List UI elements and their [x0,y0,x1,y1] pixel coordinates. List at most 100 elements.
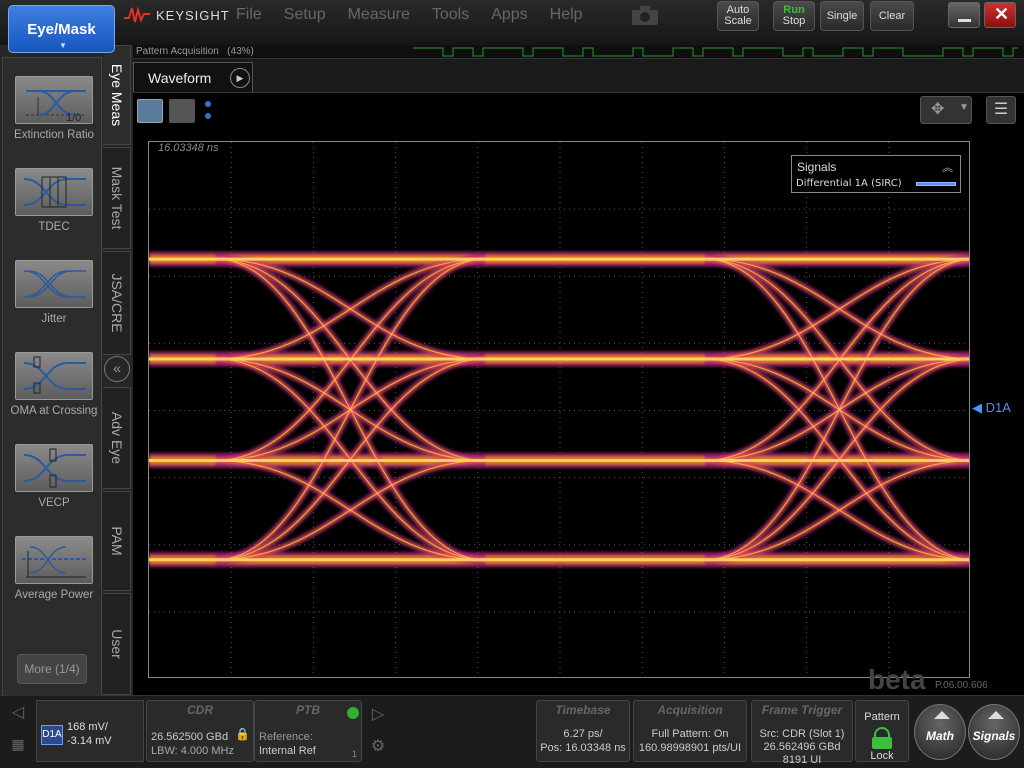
signals-legend-title: Signals [797,160,837,174]
clear-button[interactable]: Clear [870,1,914,31]
measure-tools-list: 1/0 Extinction Ratio TDEC Jitter OMA at … [2,57,102,739]
collapse-up-icon[interactable]: ︽ [942,159,953,175]
channel-scale: 168 mV/ [67,721,108,733]
frame-trigger-box[interactable]: Frame Trigger Src: CDR (Slot 1) 26.56249… [751,700,853,766]
tab-adv-eye[interactable]: Adv Eye [103,387,131,489]
timebase-title: Timebase [555,703,611,717]
ptb-status-dot [347,707,359,719]
timebase-box[interactable]: Timebase 6.27 ps/ Pos: 16.03348 ns [536,700,630,762]
bottom-status-bar: ◁ ▦ D1A 168 mV/ -3.14 mV CDR 26.562500 G… [0,695,1024,768]
signals-legend[interactable]: Signals ︽ Differential 1A (SIRC) [791,155,961,193]
move-icon: ✥ [931,101,945,118]
pattern-acquisition-percent: (43%) [227,46,254,57]
jitter-tool[interactable]: Jitter [3,260,105,326]
frame-trigger-rate: 26.562496 GBd [763,741,841,753]
ptb-ref-label: Reference: [259,731,313,743]
tdec-label: TDEC [38,221,70,233]
cdr-title: CDR [187,703,213,717]
menu-setup[interactable]: Setup [284,6,326,24]
extinction-ratio-icon: 1/0 [15,76,93,124]
cdr-box[interactable]: CDR 26.562500 GBd LBW: 4.000 MHz 🔒 [146,700,254,762]
signals-label: Signals [972,729,1016,743]
tab-mask-test[interactable]: Mask Test [103,147,131,249]
keysight-wave-icon [124,6,150,23]
gear-icon[interactable]: ⚙ [366,736,390,760]
chevron-down-icon: ▼ [959,102,969,113]
tdec-icon [15,168,93,216]
grid-dot-icon [205,113,211,119]
tab-pam[interactable]: PAM [103,491,131,591]
vecp-tool[interactable]: VECP [3,444,105,510]
run-stop-button[interactable]: Run Stop [773,1,815,31]
tab-jsa-cre[interactable]: JSA/CRE [103,251,131,355]
math-button[interactable]: Math [914,704,966,760]
timebase-scale: 6.27 ps/ [563,728,603,740]
single-grid-layout-button[interactable] [137,99,163,123]
svg-text:1/0: 1/0 [66,112,81,123]
pattern-lock-button[interactable]: Pattern Lock [855,700,909,762]
pattern-acquisition-progress [413,47,1018,57]
menu-file[interactable]: File [236,6,262,24]
split-grid-layout-button[interactable] [169,99,195,123]
acquisition-mode: Full Pattern: On [651,728,729,740]
oma-at-crossing-icon [15,352,93,400]
tab-eye-meas[interactable]: Eye Meas [103,45,131,145]
timebase-position: Pos: 16.03348 ns [540,742,626,754]
channel-d1a-box[interactable]: D1A 168 mV/ -3.14 mV [36,700,144,762]
tab-eye-meas-label: Eye Meas [108,63,125,127]
jitter-icon [15,260,93,308]
ptb-ref-value: Internal Ref [259,745,316,757]
close-button[interactable]: ✕ [984,2,1016,28]
vecp-label: VECP [38,497,70,509]
camera-icon[interactable] [630,4,660,26]
frame-trigger-title: Frame Trigger [761,703,843,717]
auto-scale-label-2: Scale [724,15,752,27]
auto-scale-button[interactable]: Auto Scale [717,1,759,31]
minimize-button[interactable] [948,2,980,28]
signals-legend-entry: Differential 1A (SIRC) [796,178,902,189]
hamburger-menu-icon[interactable]: ☰ [986,96,1016,124]
menu-apps[interactable]: Apps [491,6,527,24]
scroll-right-icon[interactable]: ▷ [366,704,390,730]
tab-waveform[interactable]: Waveform ▶ [133,62,253,92]
acquisition-box[interactable]: Acquisition Full Pattern: On 160.9899890… [633,700,747,762]
menu-measure[interactable]: Measure [348,6,410,24]
pattern-acquisition-bar: Pattern Acquisition (43%) [133,45,1024,59]
beta-watermark: beta [868,664,926,695]
padlock-body [872,737,892,749]
pan-zoom-tool[interactable]: ✥ ▼ [920,96,972,124]
close-icon: ✕ [994,4,1010,24]
pattern-acquisition-label: Pattern Acquisition (43%) [136,45,254,59]
extinction-ratio-tool[interactable]: 1/0 Extinction Ratio [3,76,105,142]
waveform-tab-bar: Waveform ▶ [133,60,1024,92]
jitter-label: Jitter [41,313,67,325]
menu-tools[interactable]: Tools [432,6,469,24]
play-icon[interactable]: ▶ [230,68,250,88]
scroll-left-icon[interactable]: ◁ [6,702,30,730]
channel-tag: D1A [41,725,63,745]
signal-color-swatch [916,182,956,186]
signals-button[interactable]: Signals [968,704,1020,760]
ptb-count: 1 [351,749,357,759]
ptb-box[interactable]: PTB Reference: Internal Ref 1 [254,700,362,762]
single-button[interactable]: Single [820,1,864,31]
tab-mask-test-label: Mask Test [108,166,125,230]
extinction-ratio-label: Extinction Ratio [14,129,94,141]
tab-user[interactable]: User [103,593,131,695]
acquisition-pts: 160.98998901 pts/UI [638,742,742,754]
frame-trigger-source: Src: CDR (Slot 1) [759,728,845,740]
average-power-label: Average Power [14,589,94,601]
average-power-tool[interactable]: Average Power [3,536,105,602]
tdec-tool[interactable]: TDEC [3,168,105,234]
grid-menu-icon[interactable]: ▦ [6,736,30,760]
menu-help[interactable]: Help [550,6,583,24]
oma-at-crossing-tool[interactable]: OMA at Crossing [3,352,105,418]
tab-waveform-label: Waveform [148,70,212,86]
eye-mask-app-button[interactable]: Eye/Mask ▼ [8,5,115,53]
collapse-panel-icon[interactable]: « [104,356,130,382]
channel-marker[interactable]: ◀ D1A [972,400,1011,416]
up-arrow-icon [934,711,950,719]
tab-pam-label: PAM [108,526,125,556]
more-button[interactable]: More (1/4) [17,654,87,684]
pattern-lock-label: Lock [870,750,894,762]
